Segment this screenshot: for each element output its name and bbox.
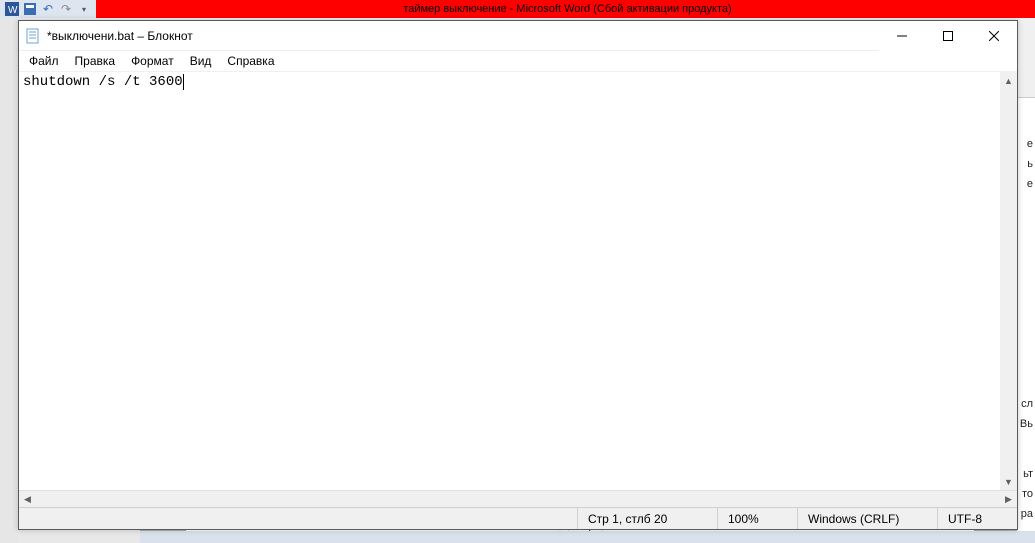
word-quick-access-toolbar: W ↶ ↷ ▾: [0, 0, 96, 18]
word-text-fragment: то: [1022, 488, 1033, 500]
undo-icon[interactable]: ↶: [40, 1, 56, 17]
word-app-icon: W: [4, 1, 20, 17]
menu-help[interactable]: Справка: [219, 52, 282, 70]
word-text-fragment: е: [1027, 138, 1033, 150]
word-text-fragment: Вь: [1020, 418, 1033, 430]
word-right-edge: е ь е сл Вь ьт то ра: [1017, 98, 1035, 543]
menu-file[interactable]: Файл: [21, 52, 67, 70]
status-spacer: [19, 508, 577, 529]
word-text-fragment: ра: [1021, 508, 1033, 520]
word-text-fragment: ь: [1027, 158, 1033, 170]
word-text-fragment: е: [1027, 178, 1033, 190]
status-encoding: UTF-8: [937, 508, 1017, 529]
status-encoding-text: UTF-8: [948, 512, 982, 526]
save-icon[interactable]: [22, 1, 38, 17]
scroll-right-icon[interactable]: ▶: [1000, 491, 1017, 508]
notepad-text-area[interactable]: shutdown /s /t 3600: [19, 72, 1017, 490]
menu-edit[interactable]: Правка: [67, 52, 124, 70]
word-text-fragment: сл: [1021, 398, 1033, 410]
menu-format[interactable]: Формат: [123, 52, 182, 70]
notepad-titlebar[interactable]: *выключени.bat – Блокнот: [19, 21, 1017, 51]
word-title-text: таймер выключение - Microsoft Word (Сбой…: [403, 3, 731, 15]
minimize-button[interactable]: [879, 21, 925, 51]
scroll-up-icon[interactable]: ▲: [1000, 72, 1017, 89]
menu-view[interactable]: Вид: [182, 52, 220, 70]
notepad-statusbar: Стр 1, стлб 20 100% Windows (CRLF) UTF-8: [19, 507, 1017, 529]
word-left-edge: [0, 18, 18, 543]
notepad-editor-wrap: shutdown /s /t 3600 ▲ ▼ ◀ ▶: [19, 71, 1017, 507]
notepad-text-content: shutdown /s /t 3600: [23, 74, 183, 90]
status-cursor-position: Стр 1, стлб 20: [577, 508, 717, 529]
word-titlebar: таймер выключение - Microsoft Word (Сбой…: [0, 0, 1035, 18]
status-line-ending-text: Windows (CRLF): [808, 512, 899, 526]
word-statusbar: [140, 531, 1035, 543]
word-text-fragment: ьт: [1023, 468, 1033, 480]
status-zoom[interactable]: 100%: [717, 508, 797, 529]
text-caret: [183, 74, 184, 90]
scroll-down-icon[interactable]: ▼: [1000, 473, 1017, 490]
scroll-left-icon[interactable]: ◀: [19, 491, 36, 508]
redo-icon[interactable]: ↷: [58, 1, 74, 17]
notepad-menubar: Файл Правка Формат Вид Справка: [19, 51, 1017, 71]
close-button[interactable]: [971, 21, 1017, 51]
notepad-title-text: *выключени.bat – Блокнот: [47, 29, 879, 43]
maximize-button[interactable]: [925, 21, 971, 51]
status-position-text: Стр 1, стлб 20: [588, 512, 667, 526]
vertical-scrollbar[interactable]: ▲ ▼: [1000, 72, 1017, 490]
notepad-window: *выключени.bat – Блокнот Файл Правка Фор…: [18, 20, 1018, 530]
notepad-app-icon: [25, 28, 41, 44]
horizontal-scrollbar[interactable]: ◀ ▶: [19, 490, 1017, 507]
qat-dropdown-icon[interactable]: ▾: [76, 1, 92, 17]
status-line-ending: Windows (CRLF): [797, 508, 937, 529]
svg-text:W: W: [8, 5, 18, 16]
status-zoom-text: 100%: [728, 512, 759, 526]
